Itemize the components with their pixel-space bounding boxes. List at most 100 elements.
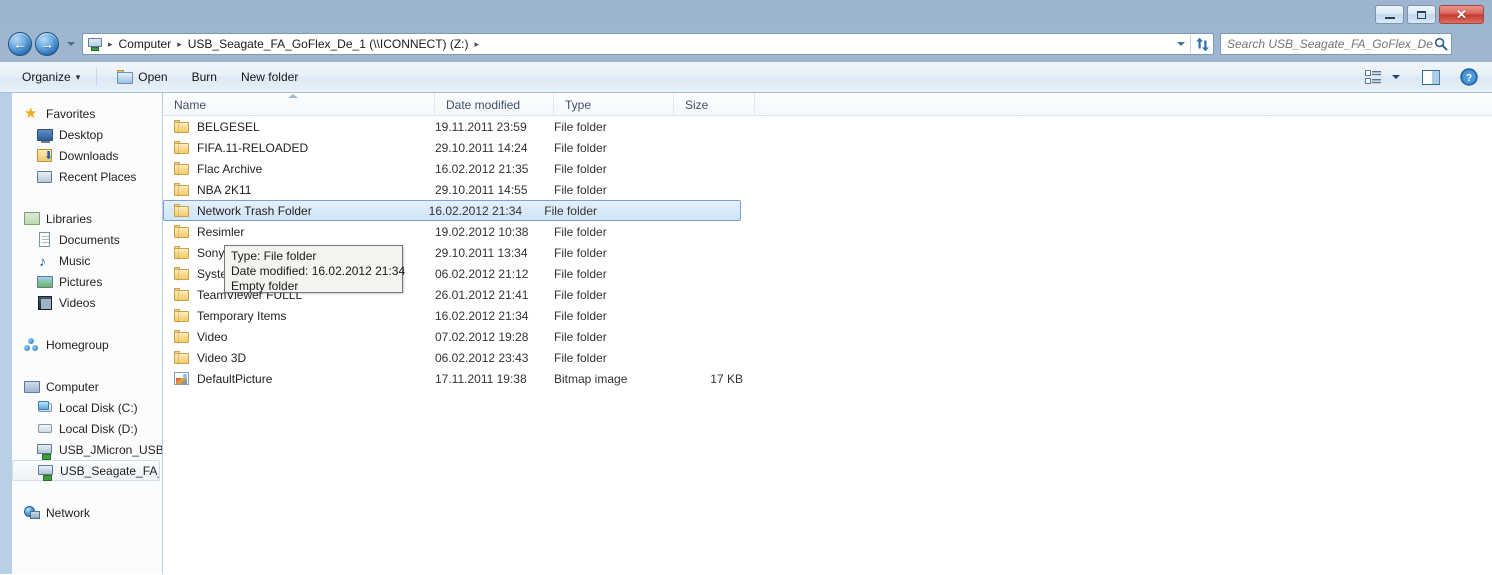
- cell-type: File folder: [554, 350, 607, 365]
- cell-type: File folder: [554, 161, 607, 176]
- column-header-filler: [755, 93, 1492, 116]
- table-row[interactable]: Temporary Items 16.02.2012 21:34 File fold…: [163, 305, 1492, 326]
- cell-name-text: Temporary Items: [197, 308, 287, 323]
- search-input[interactable]: [1227, 37, 1433, 51]
- minimize-button[interactable]: [1375, 5, 1404, 24]
- sidebar-item-usb-seagate[interactable]: USB_Seagate_FA_Go: [12, 460, 160, 481]
- burn-button[interactable]: Burn: [182, 66, 227, 88]
- cell-name: Resimler: [163, 224, 435, 240]
- system-drive-icon: [37, 400, 53, 416]
- back-button[interactable]: ←: [8, 32, 32, 56]
- open-button[interactable]: Open: [107, 66, 177, 88]
- table-row[interactable]: Network Trash Folder 16.02.2012 21:34 File…: [163, 200, 741, 221]
- cell-type: File folder: [554, 140, 607, 155]
- chevron-down-icon: [1392, 75, 1400, 79]
- minimize-icon: [1384, 16, 1395, 19]
- table-row[interactable]: DefaultPicture 17.11.2011 19:38 Bitmap ima…: [163, 368, 1492, 389]
- cell-name-text: NBA 2K11: [197, 182, 252, 197]
- network-drive-icon: [38, 463, 54, 481]
- cell-type: Bitmap image: [554, 371, 628, 386]
- sidebar-label: Downloads: [59, 148, 119, 163]
- bitmap-image-icon: [174, 371, 190, 387]
- cell-type: File folder: [554, 245, 607, 260]
- cell-type: File folder: [554, 287, 607, 302]
- sidebar-item-homegroup[interactable]: Homegroup: [12, 334, 162, 355]
- sidebar-item-local-disk-c[interactable]: Local Disk (C:): [12, 397, 162, 418]
- help-button[interactable]: ?: [1456, 66, 1482, 88]
- folder-tooltip: Type: File folder Date modified: 16.02.2…: [224, 245, 405, 293]
- sidebar-item-music[interactable]: ♪ Music: [12, 250, 162, 271]
- computer-icon: [24, 379, 40, 395]
- cell-type: File folder: [554, 266, 607, 281]
- cell-type: File folder: [544, 203, 597, 218]
- organize-button[interactable]: Organize ▾: [12, 66, 90, 88]
- sidebar-item-desktop[interactable]: Desktop: [12, 124, 162, 145]
- breadcrumb-item-computer[interactable]: Computer: [116, 35, 175, 53]
- change-view-button[interactable]: [1360, 66, 1386, 88]
- chevron-down-icon: ▾: [75, 71, 81, 82]
- divider: [96, 68, 98, 86]
- folder-icon: [174, 287, 190, 303]
- sidebar-item-local-disk-d[interactable]: Local Disk (D:): [12, 418, 162, 439]
- table-row[interactable]: Resimler 19.02.2012 10:38 File folder: [163, 221, 1492, 242]
- table-row[interactable]: Video 3D 06.02.2012 23:43 File folder: [163, 347, 1492, 368]
- window-left-border: [0, 93, 12, 575]
- recent-pages-button[interactable]: [64, 32, 78, 56]
- sidebar-item-recent-places[interactable]: Recent Places: [12, 166, 162, 187]
- sidebar-item-favorites[interactable]: ★ Favorites: [12, 103, 162, 124]
- cell-date-modified: 16.02.2012 21:35: [435, 161, 529, 176]
- column-header-name[interactable]: Name: [163, 93, 435, 116]
- table-row[interactable]: BELGESEL 19.11.2011 23:59 File folder: [163, 116, 1492, 137]
- cell-name: Video 3D: [163, 350, 435, 366]
- close-button[interactable]: ✕: [1439, 5, 1484, 24]
- forward-button[interactable]: →: [35, 32, 59, 56]
- preview-pane-button[interactable]: [1418, 66, 1444, 88]
- sidebar-item-videos[interactable]: Videos: [12, 292, 162, 313]
- breadcrumb-separator-trailing[interactable]: ▸: [472, 39, 483, 50]
- column-header-size[interactable]: Size: [674, 93, 755, 116]
- table-row[interactable]: Flac Archive 16.02.2012 21:35 File folder: [163, 158, 1492, 179]
- cell-date-modified: 26.01.2012 21:41: [435, 287, 529, 302]
- star-icon: ★: [24, 104, 38, 122]
- address-bar[interactable]: ▸ Computer ▸ USB_Seagate_FA_GoFlex_De_1 …: [82, 33, 1214, 55]
- sidebar-label: Pictures: [59, 274, 103, 289]
- breadcrumb-item-drive[interactable]: USB_Seagate_FA_GoFlex_De_1 (\\ICONNECT) …: [185, 35, 472, 53]
- search-icon[interactable]: [1433, 37, 1449, 51]
- sidebar-item-usb-jmicron[interactable]: USB_JMicron_USB_to: [12, 439, 162, 460]
- column-header-type[interactable]: Type: [554, 93, 674, 116]
- sidebar-item-network[interactable]: Network: [12, 502, 162, 523]
- table-row[interactable]: NBA 2K11 29.10.2011 14:55 File folder: [163, 179, 1492, 200]
- folder-icon: [174, 308, 190, 324]
- new-folder-button[interactable]: New folder: [231, 66, 308, 88]
- view-dropdown-button[interactable]: [1388, 66, 1404, 88]
- search-box[interactable]: [1220, 33, 1452, 55]
- sidebar-label: Homegroup: [46, 337, 109, 352]
- column-label: Date modified: [446, 97, 521, 112]
- sidebar-item-libraries[interactable]: Libraries: [12, 208, 162, 229]
- folder-icon: [174, 245, 190, 261]
- cell-type: File folder: [554, 224, 607, 239]
- column-header-date-modified[interactable]: Date modified: [435, 93, 554, 116]
- sidebar-item-documents[interactable]: Documents: [12, 229, 162, 250]
- sidebar-item-downloads[interactable]: ⬇ Downloads: [12, 145, 162, 166]
- address-dropdown-button[interactable]: [1172, 34, 1190, 54]
- cell-name-text: BELGESEL: [197, 119, 260, 134]
- refresh-button[interactable]: [1191, 34, 1213, 54]
- drive-icon: [37, 421, 53, 437]
- breadcrumb-separator: ▸: [108, 38, 113, 49]
- table-row[interactable]: FIFA.11-RELOADED 29.10.2011 14:24 File fol…: [163, 137, 1492, 158]
- explorer-window: ✕ ← → ▸ Computer ▸ USB_Seagate_FA_GoFlex…: [0, 0, 1492, 575]
- table-row[interactable]: Video 07.02.2012 19:28 File folder: [163, 326, 1492, 347]
- sidebar-label: Local Disk (D:): [59, 421, 138, 436]
- cell-type: File folder: [554, 119, 607, 134]
- sidebar-label: USB_Seagate_FA_Go: [60, 463, 159, 478]
- folder-icon: [174, 266, 190, 282]
- computer-icon: [87, 36, 103, 52]
- cell-name: FIFA.11-RELOADED: [163, 140, 435, 156]
- title-bar: ✕: [0, 0, 1492, 28]
- folder-icon: [174, 119, 190, 135]
- maximize-button[interactable]: [1407, 5, 1436, 24]
- sidebar-item-computer[interactable]: Computer: [12, 376, 162, 397]
- sidebar-item-pictures[interactable]: Pictures: [12, 271, 162, 292]
